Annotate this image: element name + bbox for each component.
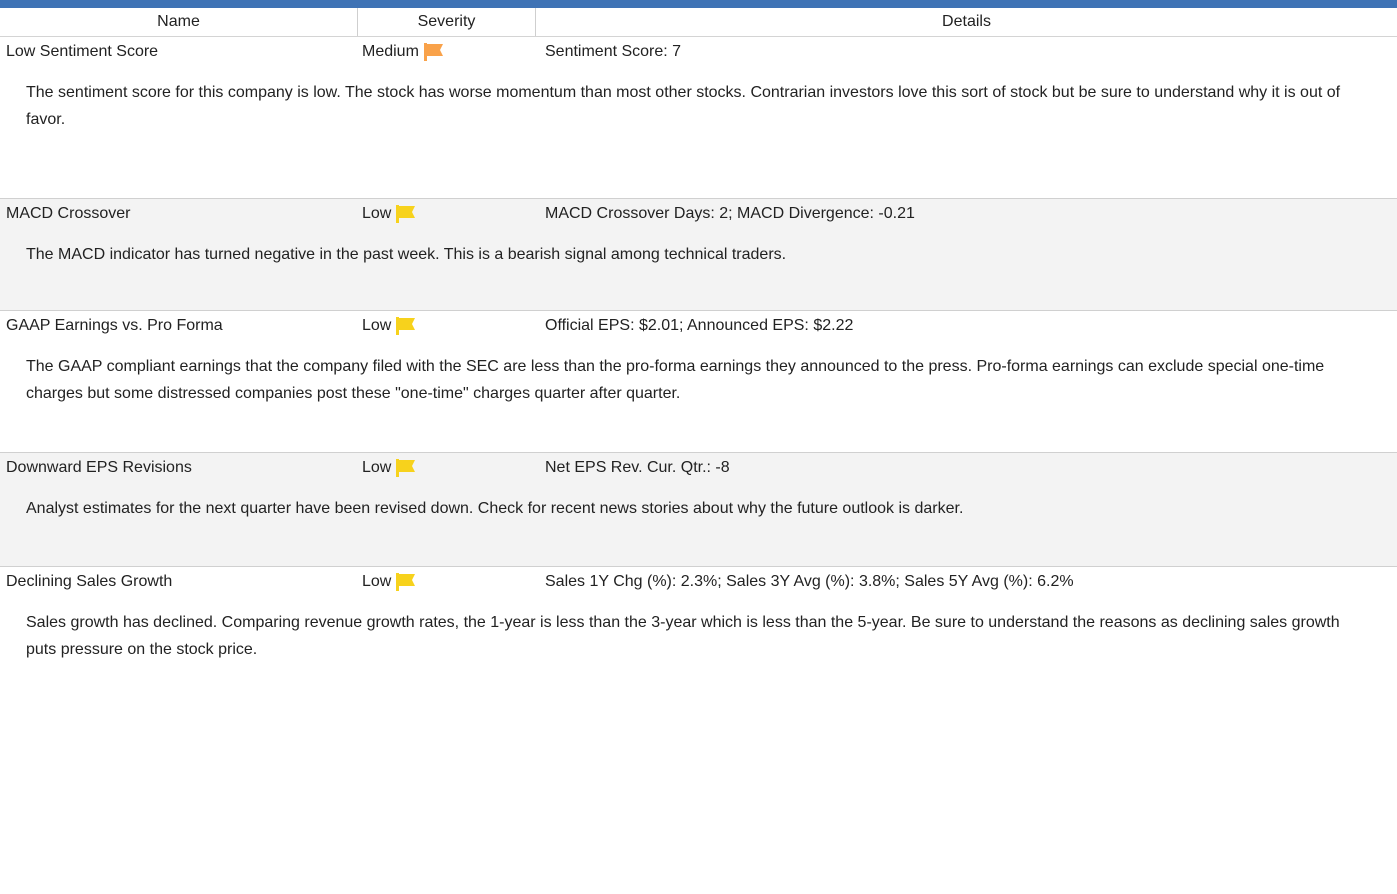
flag-icon — [396, 205, 416, 223]
severity-cell: Low — [357, 205, 543, 223]
table-row: Downward EPS Revisions Low Net EPS Rev. … — [0, 453, 1397, 567]
table-row: GAAP Earnings vs. Pro Forma Low Official… — [0, 311, 1397, 453]
table-row: Declining Sales Growth Low Sales 1Y Chg … — [0, 567, 1397, 703]
column-header-details[interactable]: Details — [536, 8, 1397, 36]
row-name: Low Sentiment Score — [6, 43, 159, 60]
row-description: The GAAP compliant earnings that the com… — [26, 358, 1325, 402]
row-details: Sentiment Score: 7 — [545, 43, 682, 60]
flag-icon — [423, 43, 443, 61]
row-details: Sales 1Y Chg (%): 2.3%; Sales 3Y Avg (%)… — [545, 573, 1074, 590]
severity-label: Low — [362, 205, 392, 222]
severity-label: Medium — [362, 43, 419, 60]
column-header-severity[interactable]: Severity — [357, 8, 536, 36]
row-description: Sales growth has declined. Comparing rev… — [26, 614, 1340, 658]
table-header: Name Severity Details — [0, 8, 1397, 37]
severity-label: Low — [362, 317, 392, 334]
row-description: Analyst estimates for the next quarter h… — [26, 500, 964, 517]
severity-cell: Medium — [357, 43, 543, 61]
row-name: GAAP Earnings vs. Pro Forma — [6, 317, 223, 334]
top-accent-bar — [0, 0, 1397, 8]
row-name: MACD Crossover — [6, 205, 131, 222]
flag-icon — [396, 573, 416, 591]
severity-cell: Low — [357, 459, 543, 477]
severity-cell: Low — [357, 573, 543, 591]
row-name: Declining Sales Growth — [6, 573, 173, 590]
row-details: Official EPS: $2.01; Announced EPS: $2.2… — [545, 317, 854, 334]
row-details: MACD Crossover Days: 2; MACD Divergence:… — [545, 205, 915, 222]
row-description: The sentiment score for this company is … — [26, 84, 1341, 128]
row-details: Net EPS Rev. Cur. Qtr.: -8 — [545, 459, 730, 476]
severity-label: Low — [362, 573, 392, 590]
row-name: Downward EPS Revisions — [6, 459, 192, 476]
column-header-name[interactable]: Name — [0, 8, 357, 36]
severity-cell: Low — [357, 317, 543, 335]
table-row: Low Sentiment Score Medium Sentiment Sco… — [0, 37, 1397, 199]
flag-icon — [396, 317, 416, 335]
table-row: MACD Crossover Low MACD Crossover Days: … — [0, 199, 1397, 311]
row-description: The MACD indicator has turned negative i… — [26, 246, 787, 263]
severity-label: Low — [362, 459, 392, 476]
flag-icon — [396, 459, 416, 477]
